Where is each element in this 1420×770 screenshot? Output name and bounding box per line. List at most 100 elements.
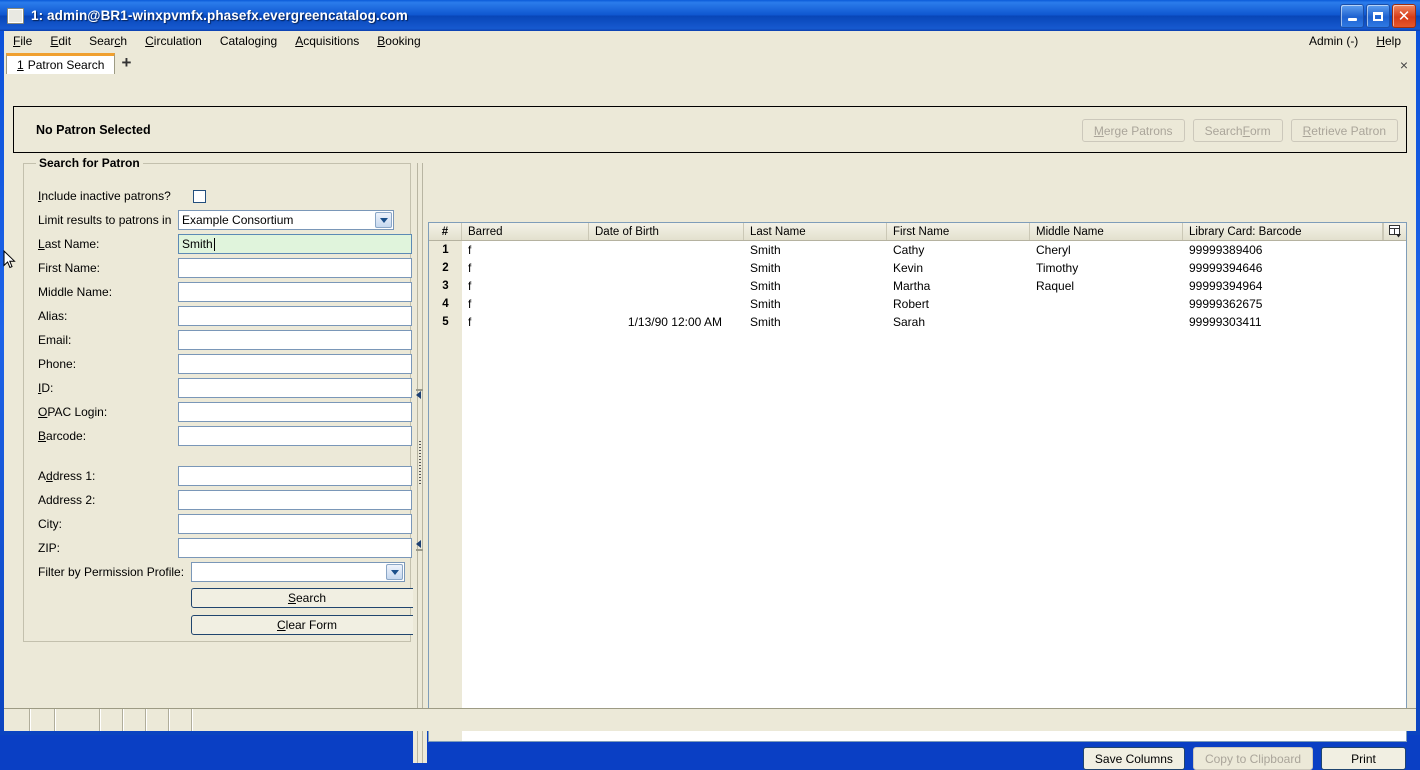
opac-login-label: OPAC Login: — [38, 405, 108, 419]
retrieve-patron-button[interactable]: Retrieve Patron — [1290, 119, 1398, 142]
splitter-line-right — [422, 163, 423, 763]
copy-to-clipboard-button[interactable]: Copy to Clipboard — [1192, 747, 1313, 770]
status-segment — [170, 709, 193, 731]
new-tab-button[interactable]: + — [115, 52, 137, 74]
phone-input[interactable] — [178, 354, 412, 374]
title-bar: 1: admin@BR1-winxpvmfx.phasefx.evergreen… — [0, 0, 1420, 31]
city-label: City: — [38, 517, 62, 531]
splitter-collapse-up-icon[interactable] — [416, 388, 424, 399]
cell-last-name: Smith — [750, 243, 781, 257]
menu-cataloging[interactable]: Cataloging — [211, 32, 286, 50]
cell-barred: f — [468, 279, 472, 293]
limit-results-select[interactable]: Example Consortium — [178, 210, 394, 230]
menu-edit[interactable]: Edit — [41, 32, 80, 50]
cell-number: 5 — [429, 313, 462, 331]
splitter-grip[interactable] — [419, 441, 421, 485]
status-segment — [31, 709, 56, 731]
close-tab-button[interactable]: × — [1400, 58, 1408, 72]
cell-dob — [589, 295, 744, 313]
permission-profile-label: Filter by Permission Profile: — [38, 565, 185, 579]
cell-barred: f — [468, 297, 472, 311]
col-header-library-card[interactable]: Library Card: Barcode — [1183, 223, 1383, 240]
address2-input[interactable] — [178, 490, 412, 510]
opac-login-input[interactable] — [178, 402, 412, 422]
search-button[interactable]: Search — [191, 588, 423, 608]
cell-library-card: 99999389406 — [1189, 243, 1263, 257]
app-icon — [7, 7, 24, 24]
cell-number: 2 — [429, 259, 462, 277]
limit-results-label: Limit results to patrons in — [38, 213, 172, 227]
col-header-last-name[interactable]: Last Name — [744, 223, 887, 240]
cell-middle-name: Timothy — [1036, 261, 1079, 275]
search-fieldset-legend: Search for Patron — [36, 156, 143, 170]
close-button[interactable]: ✕ — [1392, 4, 1416, 28]
menu-search[interactable]: Search — [80, 32, 136, 50]
cell-first-name: Kevin — [893, 261, 924, 275]
table-row[interactable]: 3 f Smith Martha Raquel 99999394964 — [429, 277, 1406, 295]
cell-dob: 1/13/90 12:00 AM — [627, 315, 722, 329]
middle-name-input[interactable] — [178, 282, 412, 302]
chevron-down-icon — [375, 212, 392, 228]
permission-profile-select[interactable] — [191, 562, 405, 582]
table-row[interactable]: 2 f Smith Kevin Timothy 99999394646 — [429, 259, 1406, 277]
tab-patron-search[interactable]: 1 Patron Search — [6, 53, 116, 75]
alias-input[interactable] — [178, 306, 412, 326]
menu-booking[interactable]: Booking — [368, 32, 429, 50]
table-row[interactable]: 5 f 1/13/90 12:00 AM Smith Sarah 9999930… — [429, 313, 1406, 331]
cell-dob — [589, 259, 744, 277]
merge-patrons-button[interactable]: Merge Patrons — [1081, 119, 1185, 142]
col-header-middle-name[interactable]: Middle Name — [1030, 223, 1183, 240]
col-header-first-name[interactable]: First Name — [887, 223, 1030, 240]
patron-actions: Merge Patrons Search Form Retrieve Patro… — [1081, 119, 1398, 142]
cell-middle-name — [1030, 313, 1183, 331]
maximize-button[interactable] — [1366, 4, 1390, 28]
email-input[interactable] — [178, 330, 412, 350]
cell-barred: f — [468, 243, 472, 257]
cell-number: 4 — [429, 295, 462, 313]
menu-help[interactable]: Help — [1367, 32, 1410, 50]
table-row[interactable]: 1 f Smith Cathy Cheryl 99999389406 — [429, 241, 1406, 259]
cell-first-name: Cathy — [893, 243, 925, 257]
content-pane: No Patron Selected Merge Patrons Search … — [4, 74, 1416, 770]
address1-input[interactable] — [178, 466, 412, 486]
search-panel: Search for Patron Include inactive patro… — [13, 156, 423, 712]
cell-last-name: Smith — [750, 261, 781, 275]
save-columns-button[interactable]: Save Columns — [1082, 747, 1185, 770]
status-segment — [56, 709, 101, 731]
cell-library-card: 99999303411 — [1189, 315, 1262, 329]
search-form-button[interactable]: Search Form — [1192, 119, 1283, 142]
city-input[interactable] — [178, 514, 412, 534]
cell-number: 1 — [429, 241, 462, 259]
col-header-number[interactable]: # — [429, 223, 462, 240]
last-name-input[interactable]: Smith — [178, 234, 412, 254]
table-body: 1 f Smith Cathy Cheryl 99999389406 2 f S… — [429, 241, 1406, 741]
tab-label: Patron Search — [27, 58, 105, 72]
print-button[interactable]: Print — [1321, 747, 1406, 770]
first-name-input[interactable] — [178, 258, 412, 278]
splitter-collapse-down-icon[interactable] — [416, 540, 424, 551]
minimize-button[interactable] — [1340, 4, 1364, 28]
column-picker-icon[interactable] — [1383, 223, 1406, 240]
close-icon: ✕ — [1397, 6, 1411, 25]
status-bar — [4, 708, 1416, 731]
table-row[interactable]: 4 f Smith Robert 99999362675 — [429, 295, 1406, 313]
address1-label: Address 1: — [38, 469, 96, 483]
menu-acquisitions[interactable]: Acquisitions — [286, 32, 368, 50]
cell-first-name: Sarah — [893, 315, 926, 329]
maximize-icon — [1373, 11, 1383, 21]
menu-admin[interactable]: Admin (-) — [1300, 32, 1367, 50]
status-segment — [124, 709, 147, 731]
last-name-label: Last Name: — [38, 237, 100, 251]
panel-splitter[interactable] — [413, 163, 427, 763]
include-inactive-checkbox[interactable] — [193, 189, 206, 203]
clear-form-button[interactable]: Clear Form — [191, 615, 423, 635]
menu-circulation[interactable]: Circulation — [136, 32, 211, 50]
table-header-row: # Barred Date of Birth Last Name First N… — [429, 223, 1406, 241]
barcode-input[interactable] — [178, 426, 412, 446]
cell-number: 3 — [429, 277, 462, 295]
zip-input[interactable] — [178, 538, 412, 558]
col-header-barred[interactable]: Barred — [462, 223, 589, 240]
id-input[interactable] — [178, 378, 412, 398]
menu-file[interactable]: File — [4, 32, 41, 50]
col-header-dob[interactable]: Date of Birth — [589, 223, 744, 240]
